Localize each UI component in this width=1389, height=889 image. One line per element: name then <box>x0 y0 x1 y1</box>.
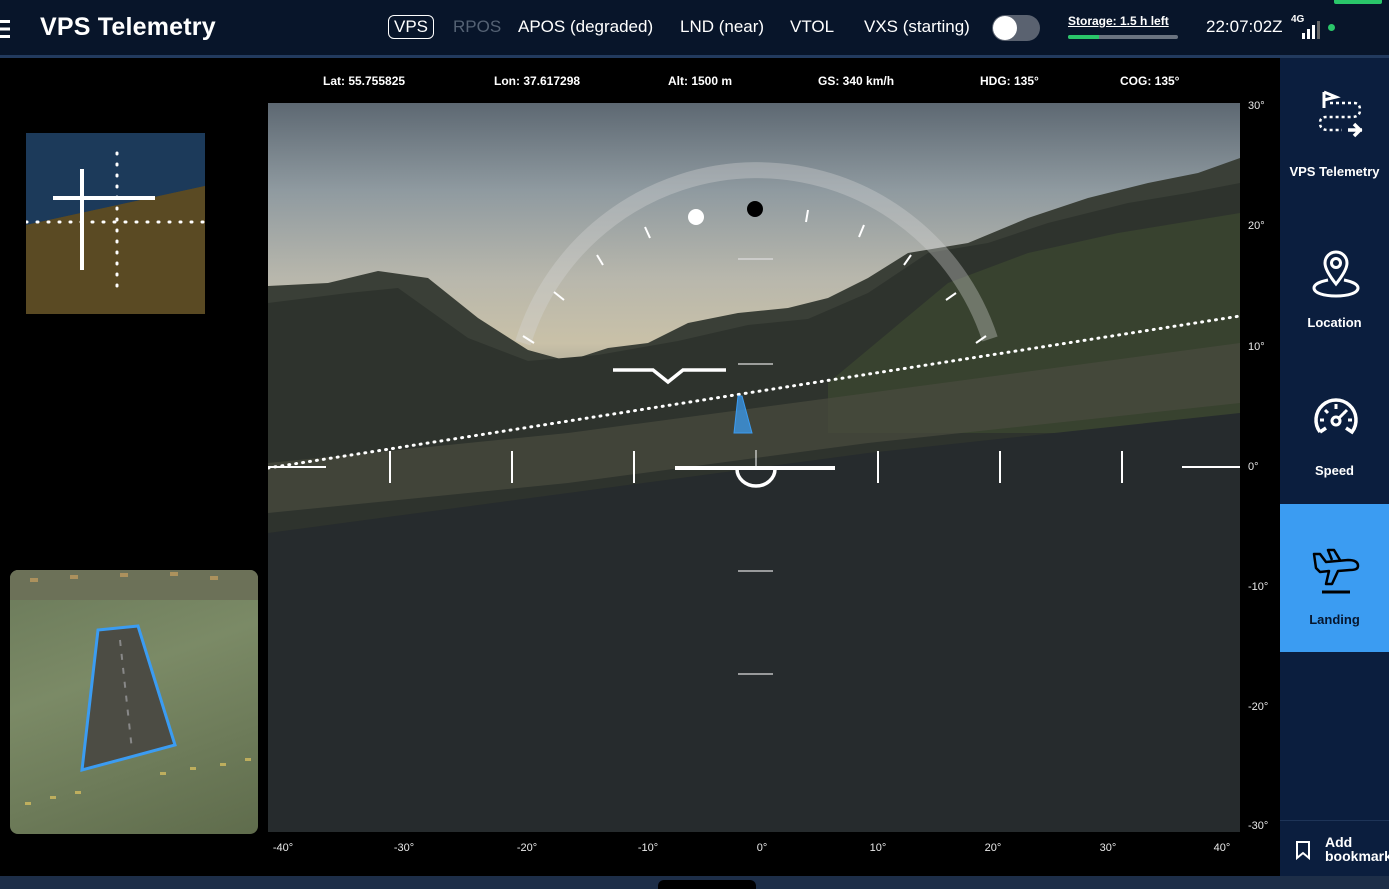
route-flag-plane-icon <box>1318 90 1363 138</box>
heading-tick-label: -30° <box>393 842 415 854</box>
sidebar-item-label: Landing <box>1309 612 1360 627</box>
vxs-toggle[interactable] <box>992 15 1040 41</box>
heading-tick-label: -10° <box>637 842 659 854</box>
add-bookmark-label: Add bookmark <box>1325 834 1389 864</box>
mini-attitude-indicator <box>26 133 205 314</box>
mode-lnd[interactable]: LND (near) <box>680 17 764 37</box>
utc-clock: 22:07:02Z <box>1206 17 1283 36</box>
sidebar-item-label: Speed <box>1314 463 1354 478</box>
heading-tick-label: -40° <box>272 842 294 854</box>
longitude-readout: Lon: 37.617298 <box>494 74 581 88</box>
heading-tick-label: 0° <box>756 842 768 854</box>
pitch-tick-label: -30° <box>1248 820 1269 832</box>
sidebar-item-label: Location <box>1307 315 1362 330</box>
altitude-readout: Alt: 1500 m <box>668 74 733 88</box>
heading-tick-label: -20° <box>516 842 538 854</box>
home-indicator[interactable] <box>658 880 756 889</box>
app-title: VPS Telemetry <box>40 13 216 41</box>
top-bar: VPS Telemetry VPS RPOS APOS (degraded) L… <box>0 0 1389 58</box>
heading-tick-label: 40° <box>1213 842 1231 854</box>
network-status-dot <box>1328 24 1335 31</box>
roll-target-marker <box>688 209 704 225</box>
sidebar-item-vps-telemetry[interactable]: VPS Telemetry <box>1280 58 1389 206</box>
runway-camera-view[interactable] <box>10 570 258 834</box>
landing-plane-icon <box>1312 548 1360 594</box>
mode-vps[interactable]: VPS <box>388 15 435 39</box>
storage-fill <box>1068 35 1099 39</box>
mode-vxs[interactable]: VXS (starting) <box>864 17 970 37</box>
roll-pointer <box>747 201 763 217</box>
heading-tick-label: 30° <box>1099 842 1117 854</box>
camera-feed[interactable] <box>268 103 1240 832</box>
bookmark-icon <box>1296 841 1310 860</box>
add-bookmark-button[interactable]: Add bookmark <box>1280 820 1389 877</box>
mini-attitude-graphic <box>26 133 205 314</box>
pitch-tick-label: -20° <box>1248 701 1269 713</box>
sidebar: VPS Telemetry Location Speed Landing <box>1280 58 1389 876</box>
sidebar-item-speed[interactable]: Speed <box>1280 354 1389 502</box>
sidebar-item-label: VPS Telemetry <box>1289 164 1380 179</box>
mode-rpos[interactable]: RPOS <box>453 17 501 37</box>
sidebar-item-landing[interactable]: Landing <box>1280 504 1389 652</box>
sidebar-item-location[interactable]: Location <box>1280 206 1389 354</box>
mode-vtol[interactable]: VTOL <box>790 17 834 37</box>
mode-apos[interactable]: APOS (degraded) <box>518 17 653 37</box>
storage-bar <box>1068 35 1178 39</box>
pitch-tick-label: 0° <box>1248 461 1259 473</box>
heading-tick-label: 20° <box>984 842 1002 854</box>
latitude-readout: Lat: 55.755825 <box>323 74 406 88</box>
battery-indicator <box>1334 0 1382 4</box>
pitch-tick-label: 10° <box>1248 341 1265 353</box>
menu-icon[interactable] <box>0 18 10 40</box>
storage-label: Storage: 1.5 h left <box>1068 14 1169 28</box>
heading-tick-label: 10° <box>869 842 887 854</box>
pitch-tick-label: 20° <box>1248 220 1265 232</box>
speedometer-icon <box>1314 398 1358 435</box>
ground-speed-readout: GS: 340 km/h <box>818 74 895 88</box>
toggle-knob <box>993 16 1017 40</box>
pitch-tick-label: 30° <box>1248 100 1265 112</box>
runway-camera-graphic <box>10 570 258 805</box>
camera-scene <box>268 158 1240 832</box>
pitch-tick-label: -10° <box>1248 581 1269 593</box>
location-pin-icon <box>1312 250 1360 298</box>
course-readout: COG: 135° <box>1120 74 1180 88</box>
heading-readout: HDG: 135° <box>980 74 1039 88</box>
signal-icon <box>1302 21 1320 39</box>
